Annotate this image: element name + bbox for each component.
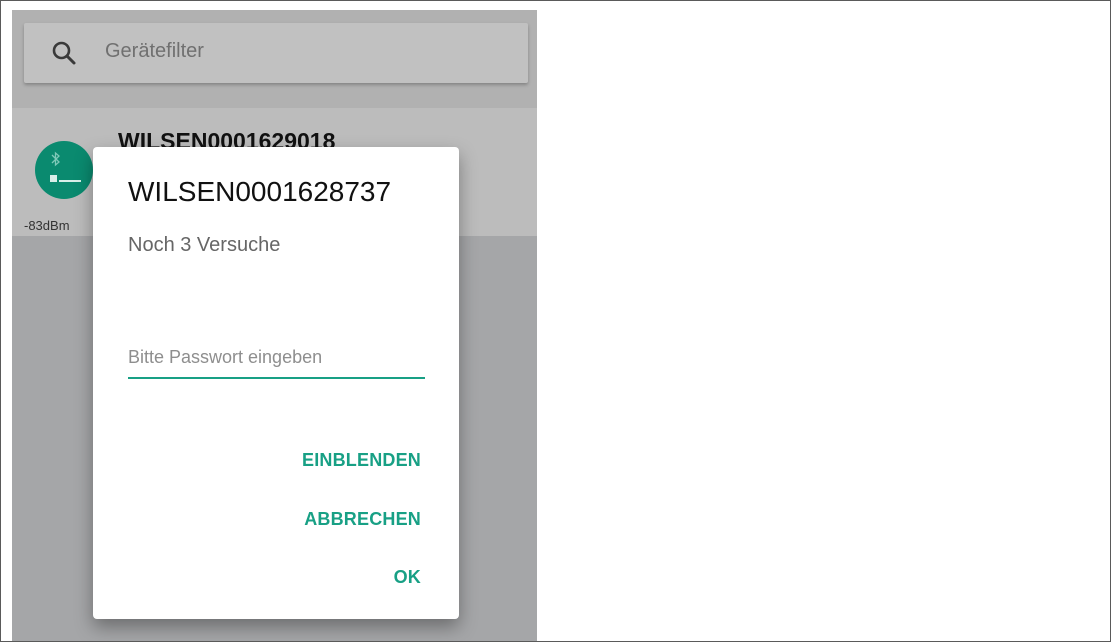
password-input[interactable] — [128, 337, 425, 379]
password-dialog: WILSEN0001628737 Noch 3 Versuche EINBLEN… — [93, 147, 459, 619]
search-bar[interactable]: Gerätefilter — [24, 23, 528, 83]
cancel-button[interactable]: ABBRECHEN — [304, 509, 421, 530]
dialog-attempts-text: Noch 3 Versuche — [128, 234, 281, 256]
device-signal-strength: -83dBm — [24, 218, 70, 233]
search-area: Gerätefilter — [12, 10, 537, 108]
dialog-title: WILSEN0001628737 — [128, 176, 392, 207]
bluetooth-icon — [51, 151, 60, 167]
show-password-button[interactable]: EINBLENDEN — [302, 450, 421, 471]
device-avatar — [35, 141, 93, 199]
app-screen: Gerätefilter WILSEN0001629018 -83dBm WIL… — [12, 10, 537, 641]
search-icon[interactable] — [50, 39, 78, 67]
ok-button[interactable]: OK — [394, 567, 421, 588]
terminal-icon — [50, 175, 81, 182]
screenshot-frame: Gerätefilter WILSEN0001629018 -83dBm WIL… — [0, 0, 1111, 642]
search-input[interactable]: Gerätefilter — [105, 40, 204, 63]
